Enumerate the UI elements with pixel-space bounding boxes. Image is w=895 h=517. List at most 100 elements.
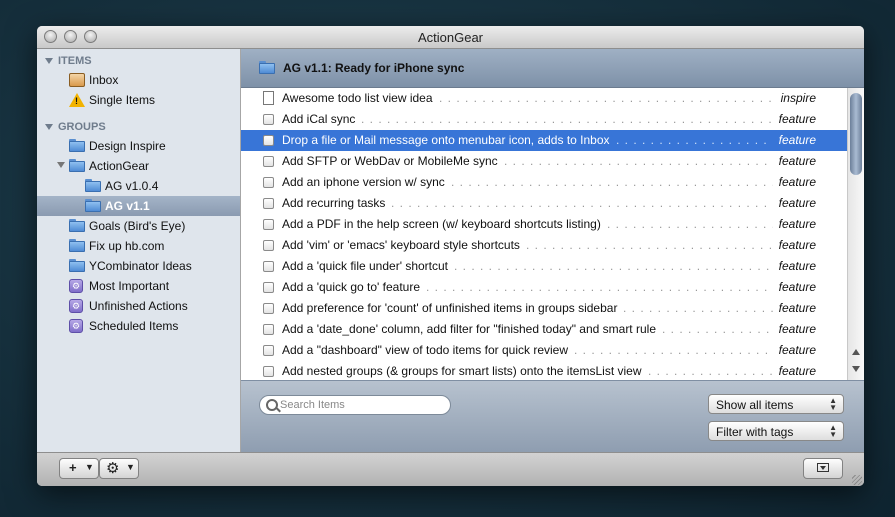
sidebar-item-inbox[interactable]: Inbox [37, 70, 240, 90]
groups-section-header[interactable]: GROUPS [45, 121, 106, 133]
sidebar-item-unfinished-actions[interactable]: ⚙ Unfinished Actions [37, 296, 240, 316]
sidebar-item-single-items[interactable]: ! Single Items [37, 90, 240, 110]
item-checkbox[interactable] [263, 303, 274, 314]
smart-folder-icon: ⚙ [69, 319, 83, 333]
list-item[interactable]: Add 'vim' or 'emacs' keyboard style shor… [241, 235, 847, 256]
drawer-toggle-button[interactable] [803, 458, 843, 479]
item-tag: feature [778, 196, 816, 210]
sidebar-item-actiongear[interactable]: ActionGear [37, 156, 240, 176]
vertical-scrollbar[interactable] [847, 88, 864, 380]
sidebar-item-ycombinator-ideas[interactable]: YCombinator Ideas [37, 256, 240, 276]
item-checkbox[interactable] [263, 261, 274, 272]
sidebar-item-ag-v1-1[interactable]: AG v1.1 [37, 196, 240, 216]
chevron-down-icon: ▼ [85, 462, 94, 472]
sidebar-item-most-important[interactable]: ⚙ Most Important [37, 276, 240, 296]
list-item[interactable]: Add a PDF in the help screen (w/ keyboar… [241, 214, 847, 235]
filter-tags-value: Filter with tags [716, 425, 794, 439]
items-section-header[interactable]: ITEMS [45, 55, 92, 67]
leader-dots: . . . . . . . . . . . . . . . . . . . . … [451, 175, 773, 189]
smart-folder-icon: ⚙ [69, 279, 83, 293]
search-field[interactable]: Search Items [259, 395, 451, 415]
list-item[interactable]: Add preference for 'count' of unfinished… [241, 298, 847, 319]
item-tag: feature [778, 238, 816, 252]
sidebar-item-design-inspire[interactable]: Design Inspire [37, 136, 240, 156]
chevron-down-icon: ▼ [126, 462, 135, 472]
scroll-down-arrow-icon[interactable] [852, 366, 860, 372]
add-label: + [69, 460, 77, 475]
item-checkbox[interactable] [263, 198, 274, 209]
disclosure-triangle-icon[interactable] [57, 162, 65, 168]
item-tag: feature [778, 343, 816, 357]
list-item[interactable]: Add recurring tasks . . . . . . . . . . .… [241, 193, 847, 214]
list-item[interactable]: Add iCal sync . . . . . . . . . . . . . .… [241, 109, 847, 130]
list-item[interactable]: Add SFTP or WebDav or MobileMe sync . . .… [241, 151, 847, 172]
item-text: Add preference for 'count' of unfinished… [282, 301, 618, 315]
list-item[interactable]: Add a "dashboard" view of todo items for… [241, 340, 847, 361]
sidebar-item-fix-up-hb-com[interactable]: Fix up hb.com [37, 236, 240, 256]
sidebar-item-ag-v1-0-4[interactable]: AG v1.0.4 [37, 176, 240, 196]
item-checkbox[interactable] [263, 177, 274, 188]
leader-dots: . . . . . . . . . . . . . . . . . . . . … [504, 154, 773, 168]
app-window: ActionGear ITEMS GROUPS Inbox! Single Ite… [37, 26, 864, 486]
item-text: Add a "dashboard" view of todo items for… [282, 343, 568, 357]
list-item[interactable]: Add a 'date_done' column, add filter for… [241, 319, 847, 340]
sidebar-item-goals-bird-s-eye[interactable]: Goals (Bird's Eye) [37, 216, 240, 236]
resize-grip[interactable] [852, 475, 862, 485]
item-checkbox[interactable] [263, 282, 274, 293]
item-checkbox[interactable] [263, 219, 274, 230]
show-items-value: Show all items [716, 398, 794, 412]
leader-dots: . . . . . . . . . . . . . . . . . . . . … [391, 196, 773, 210]
title-bar: ActionGear [37, 26, 864, 49]
item-text: Add iCal sync [282, 112, 356, 126]
gear-icon: ⚙ [106, 460, 120, 477]
show-items-popup[interactable]: Show all items ▲ ▼ [708, 394, 844, 414]
list-item[interactable]: Drop a file or Mail message onto menubar… [241, 130, 847, 151]
item-checkbox[interactable] [263, 156, 274, 167]
list-item[interactable]: Add a 'quick go to' feature . . . . . . .… [241, 277, 847, 298]
item-tag: feature [778, 112, 816, 126]
bottom-toolbar: + ▼ ⚙ ▼ [37, 452, 864, 486]
sidebar-item-label: AG v1.0.4 [105, 179, 159, 193]
items-list[interactable]: Awesome todo list view idea . . . . . . .… [241, 88, 847, 380]
filter-tags-popup[interactable]: Filter with tags ▲ ▼ [708, 421, 844, 441]
sidebar-item-label: YCombinator Ideas [89, 259, 192, 273]
search-placeholder: Search Items [280, 399, 345, 411]
folder-icon [259, 61, 275, 74]
item-checkbox[interactable] [263, 324, 274, 335]
leader-dots: . . . . . . . . . . . . . . . . . . . . … [607, 217, 773, 231]
leader-dots: . . . . . . . . . . . . . . . . . . . . … [662, 322, 773, 336]
leader-dots: . . . . . . . . . . . . . . . . . . . . … [439, 91, 775, 105]
sidebar-item-label: AG v1.1 [105, 199, 150, 213]
disclosure-triangle-icon[interactable] [45, 58, 53, 64]
item-checkbox[interactable] [263, 114, 274, 125]
sidebar-item-label: Single Items [89, 93, 156, 107]
items-header-label: ITEMS [58, 55, 92, 67]
leader-dots: . . . . . . . . . . . . . . . . . . . . … [648, 364, 773, 378]
list-item[interactable]: Awesome todo list view idea . . . . . . .… [241, 88, 847, 109]
folder-icon [69, 139, 85, 152]
item-text: Add recurring tasks [282, 196, 386, 210]
item-checkbox[interactable] [263, 240, 274, 251]
item-checkbox[interactable] [263, 345, 274, 356]
document-icon [263, 91, 274, 105]
groups-header-label: GROUPS [58, 121, 106, 133]
sidebar-item-label: Fix up hb.com [89, 239, 165, 253]
add-button[interactable]: + ▼ [59, 458, 99, 479]
disclosure-triangle-icon[interactable] [45, 124, 53, 130]
item-checkbox[interactable] [263, 135, 274, 146]
item-text: Drop a file or Mail message onto menubar… [282, 133, 610, 147]
item-tag: feature [778, 280, 816, 294]
action-menu-button[interactable]: ⚙ ▼ [99, 458, 139, 479]
scroll-up-arrow-icon[interactable] [852, 349, 860, 355]
item-checkbox[interactable] [263, 366, 274, 377]
item-text: Add an iphone version w/ sync [282, 175, 445, 189]
folder-icon [69, 219, 85, 232]
scrollbar-thumb[interactable] [850, 93, 862, 175]
list-item[interactable]: Add a 'quick file under' shortcut . . . .… [241, 256, 847, 277]
list-item[interactable]: Add nested groups (& groups for smart li… [241, 361, 847, 380]
group-header-bar: AG v1.1: Ready for iPhone sync [241, 49, 864, 88]
list-item[interactable]: Add an iphone version w/ sync . . . . . .… [241, 172, 847, 193]
item-tag: feature [778, 301, 816, 315]
sidebar-item-scheduled-items[interactable]: ⚙ Scheduled Items [37, 316, 240, 336]
item-tag: feature [778, 217, 816, 231]
